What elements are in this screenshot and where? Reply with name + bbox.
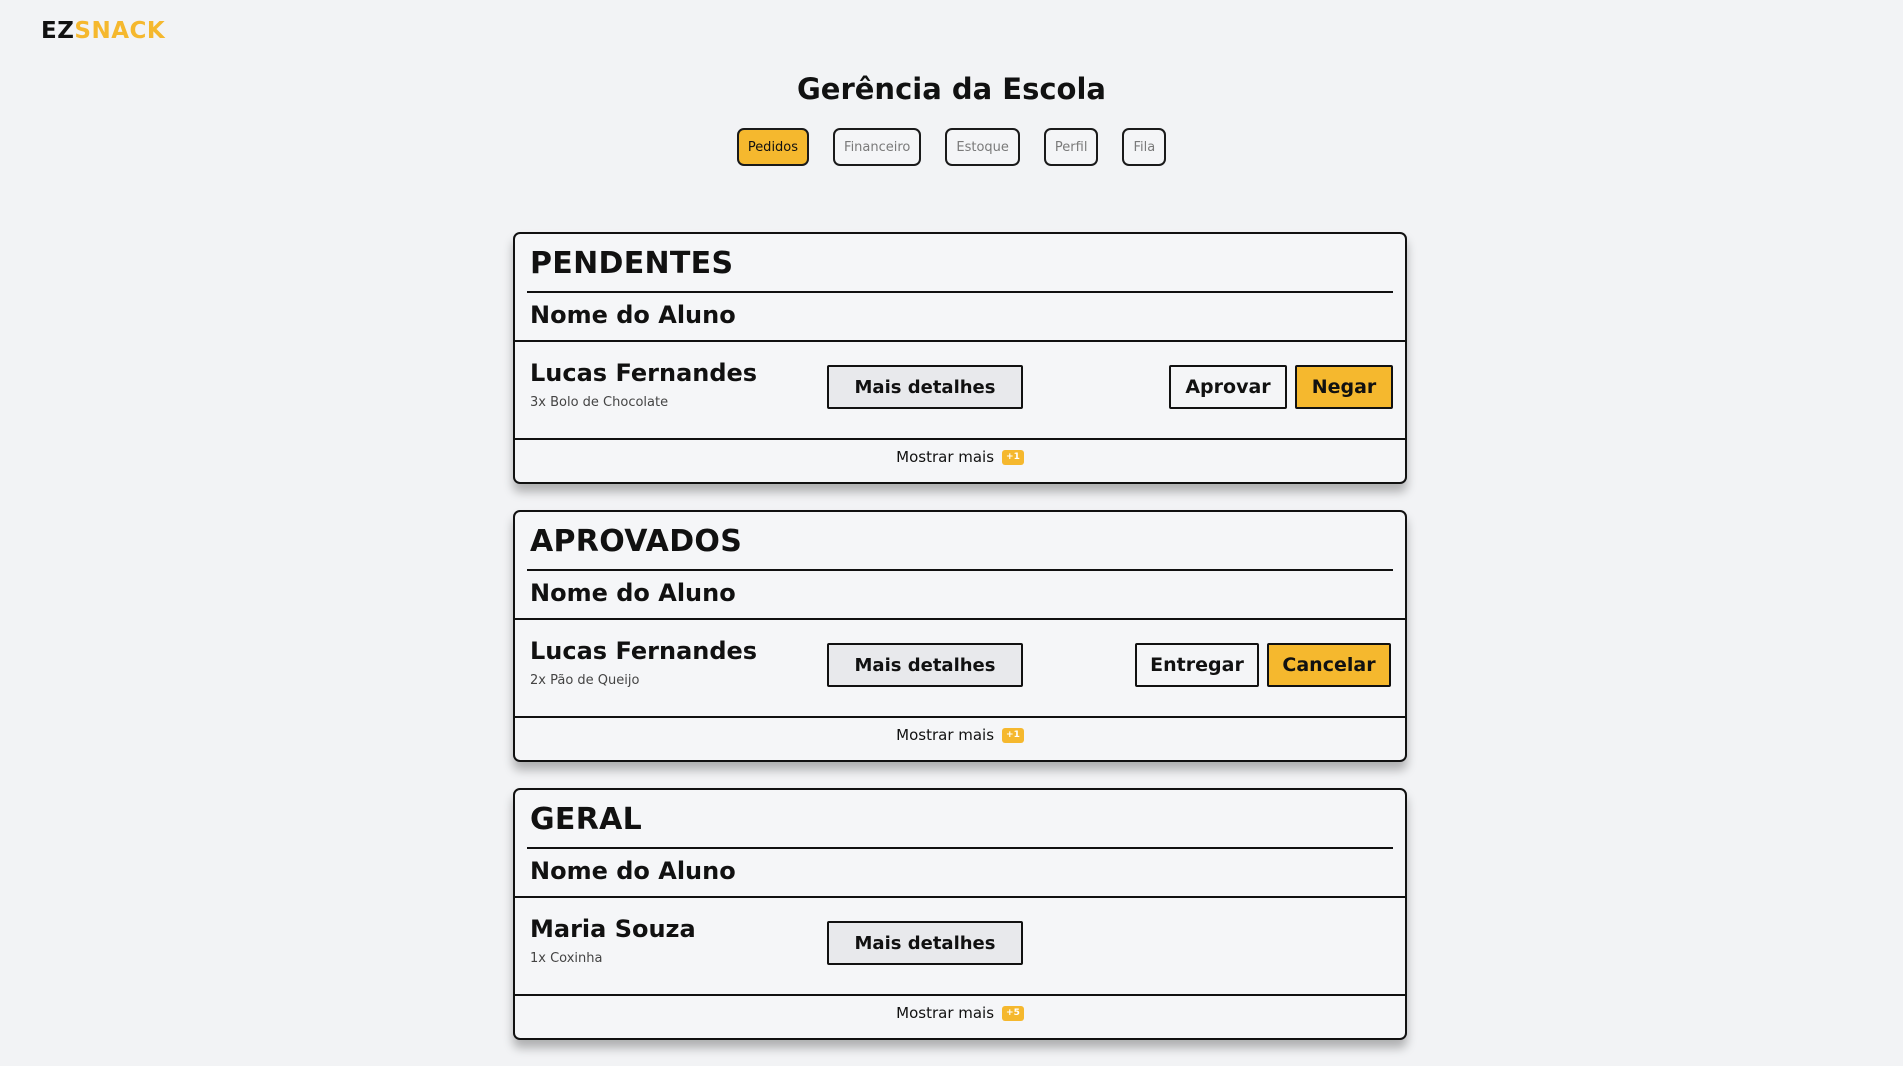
logo-ez-text: EZ bbox=[41, 18, 75, 44]
section-title: APROVADOS bbox=[530, 524, 743, 559]
column-header-student-name: Nome do Aluno bbox=[530, 301, 736, 329]
more-count-badge: +5 bbox=[1002, 1005, 1024, 1021]
section-title: GERAL bbox=[530, 802, 643, 837]
show-more-label: Mostrar mais bbox=[896, 448, 995, 466]
tab-estoque[interactable]: Estoque bbox=[945, 128, 1020, 166]
more-count-badge: +1 bbox=[1002, 449, 1024, 465]
tab-perfil[interactable]: Perfil bbox=[1043, 128, 1099, 166]
page-title: Gerência da Escola bbox=[796, 72, 1106, 106]
divider bbox=[515, 340, 1405, 342]
student-name: Lucas Fernandes bbox=[530, 637, 758, 665]
show-more-button[interactable]: Mostrar mais +1 bbox=[515, 726, 1405, 744]
approve-button[interactable]: Aprovar bbox=[1169, 365, 1287, 409]
approved-orders-card: APROVADOS Nome do Aluno Lucas Fernandes … bbox=[513, 510, 1407, 762]
pending-orders-card: PENDENTES Nome do Aluno Lucas Fernandes … bbox=[513, 232, 1407, 484]
divider bbox=[515, 896, 1405, 898]
logo-snack-text: SNACK bbox=[74, 18, 166, 44]
show-more-button[interactable]: Mostrar mais +1 bbox=[515, 448, 1405, 466]
show-more-label: Mostrar mais bbox=[896, 1004, 995, 1022]
divider bbox=[515, 994, 1405, 996]
details-button[interactable]: Mais detalhes bbox=[827, 921, 1023, 965]
divider bbox=[527, 847, 1393, 849]
tab-pedidos[interactable]: Pedidos bbox=[736, 128, 810, 166]
divider bbox=[527, 569, 1393, 571]
order-items: 3x Bolo de Chocolate bbox=[530, 395, 669, 410]
section-title: PENDENTES bbox=[530, 246, 734, 281]
tab-bar: Pedidos Financeiro Estoque Perfil Fila bbox=[0, 128, 1903, 166]
divider bbox=[515, 438, 1405, 440]
divider bbox=[527, 291, 1393, 293]
order-items: 1x Coxinha bbox=[530, 951, 603, 966]
divider bbox=[515, 618, 1405, 620]
tab-financeiro[interactable]: Financeiro bbox=[833, 128, 922, 166]
divider bbox=[515, 716, 1405, 718]
app-logo[interactable]: EZSNACK bbox=[41, 18, 165, 44]
student-name: Lucas Fernandes bbox=[530, 359, 758, 387]
show-more-label: Mostrar mais bbox=[896, 726, 995, 744]
details-button[interactable]: Mais detalhes bbox=[827, 365, 1023, 409]
order-items: 2x Pão de Queijo bbox=[530, 673, 640, 688]
student-name: Maria Souza bbox=[530, 915, 696, 943]
cancel-button[interactable]: Cancelar bbox=[1267, 643, 1391, 687]
column-header-student-name: Nome do Aluno bbox=[530, 857, 736, 885]
tab-fila[interactable]: Fila bbox=[1122, 128, 1167, 166]
column-header-student-name: Nome do Aluno bbox=[530, 579, 736, 607]
deny-button[interactable]: Negar bbox=[1295, 365, 1393, 409]
show-more-button[interactable]: Mostrar mais +5 bbox=[515, 1004, 1405, 1022]
deliver-button[interactable]: Entregar bbox=[1135, 643, 1259, 687]
more-count-badge: +1 bbox=[1002, 727, 1024, 743]
details-button[interactable]: Mais detalhes bbox=[827, 643, 1023, 687]
all-orders-card: GERAL Nome do Aluno Maria Souza 1x Coxin… bbox=[513, 788, 1407, 1040]
